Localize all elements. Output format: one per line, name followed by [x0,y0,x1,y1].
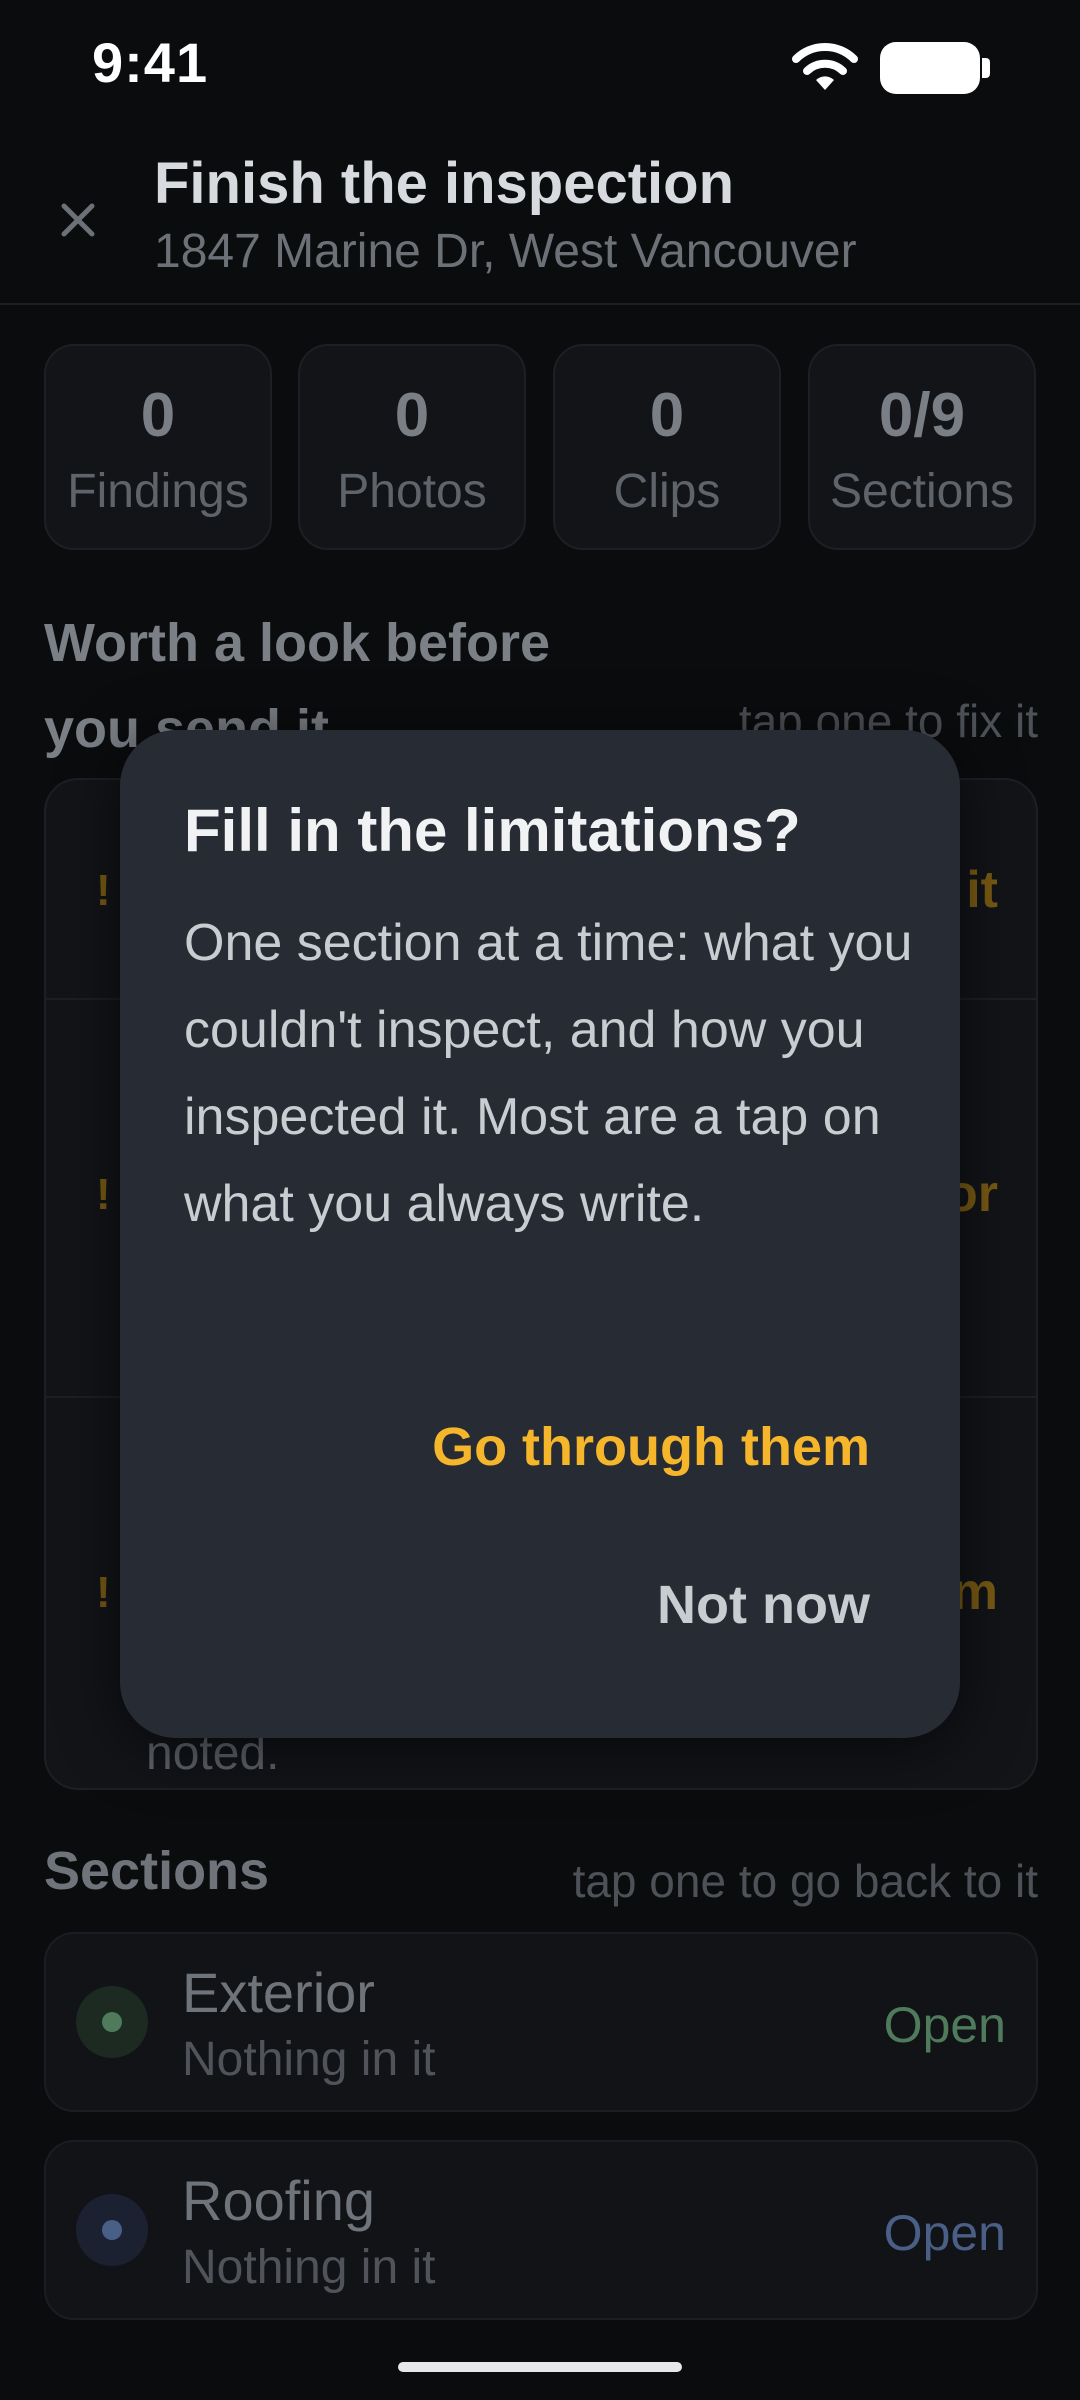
stat-label: Photos [337,465,487,518]
section-name: Roofing [182,2169,376,2232]
issue-action[interactable]: it [966,860,998,920]
limitations-dialog: Fill in the limitations? One section at … [120,730,960,1738]
go-through-them-button[interactable]: Go through them [432,1416,870,1478]
stat-value: 0/9 [878,381,966,450]
stat-value: 0 [649,381,685,450]
dialog-title: Fill in the limitations? [184,797,801,864]
stat-label: Sections [829,465,1015,518]
home-indicator[interactable] [398,2362,682,2372]
stat-value: 0 [394,381,430,450]
address-subtitle: 1847 Marine Dr, West Vancouver [154,225,857,278]
warning-icon: ! [96,866,111,915]
section-row-exterior[interactable]: Exterior Nothing in it Open [44,1932,1038,2112]
section-row-roofing[interactable]: Roofing Nothing in it Open [44,2140,1038,2320]
sections-hint: tap one to go back to it [572,1855,1038,1907]
warning-icon: ! [96,1568,111,1617]
section-status: Nothing in it [182,2241,436,2294]
page-title: Finish the inspection [154,151,735,216]
open-button[interactable]: Open [884,2204,1006,2262]
battery-icon [880,42,990,94]
status-bar: 9:41 [0,0,1080,130]
stat-sections: 0/9 Sections [808,344,1036,550]
close-icon[interactable] [46,188,110,252]
dialog-body: One section at a time: what you couldn't… [184,914,913,1233]
status-time: 9:41 [92,31,209,94]
stat-photos: 0 Photos [298,344,526,550]
stat-clips: 0 Clips [553,344,781,550]
open-button[interactable]: Open [884,1996,1006,2054]
status-dot-icon [76,2194,148,2266]
stat-findings: 0 Findings [44,344,272,550]
stat-label: Findings [67,465,249,518]
sections-heading: Sections [44,1841,270,1901]
not-now-button[interactable]: Not now [657,1574,870,1636]
stat-label: Clips [613,465,721,518]
wifi-icon [792,43,858,90]
section-name: Exterior [182,1961,375,2024]
stat-value: 0 [140,381,176,450]
warning-icon: ! [96,1170,111,1219]
status-dot-icon [76,1986,148,2058]
header: Finish the inspection 1847 Marine Dr, We… [0,140,1080,305]
section-status: Nothing in it [182,2033,436,2086]
